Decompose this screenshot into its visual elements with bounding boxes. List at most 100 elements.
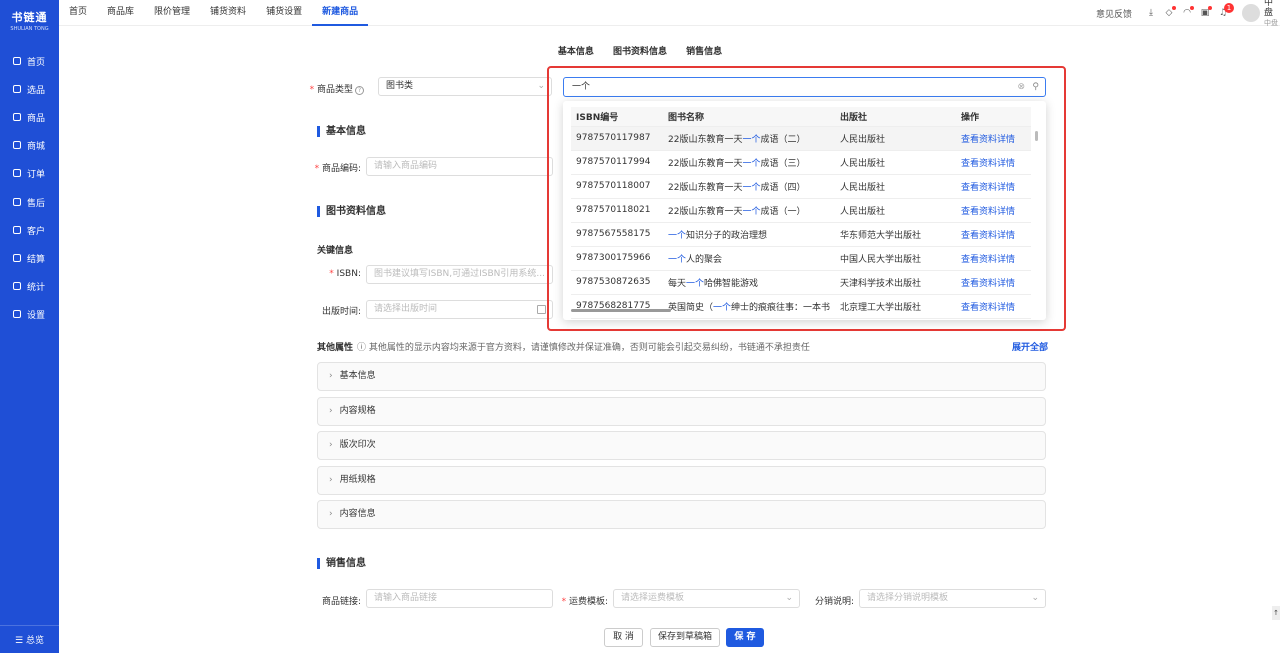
search-icon[interactable]: ⚲	[1032, 78, 1039, 96]
other-attrs: 其他属性 ⓘ 其他属性的显示内容均来源于官方资料，请谨慎修改并保证准确，否则可能会…	[317, 340, 810, 353]
sidebar-item-settle[interactable]: 结算	[0, 247, 59, 269]
other-hint: ⓘ 其他属性的显示内容均来源于官方资料，请谨慎修改并保证准确，否则可能会引起交易…	[357, 343, 810, 353]
section-tab-sales[interactable]: 销售信息	[686, 47, 722, 57]
sidebar-item-select[interactable]: 选品	[0, 78, 59, 100]
logo[interactable]: 书链通 SHULIAN TONG	[0, 9, 59, 32]
title-cell: 每天一个哈佛智能游戏	[663, 270, 835, 295]
chevron-right-icon: ›	[329, 509, 333, 519]
save-draft-button[interactable]: 保存到草稿箱	[650, 628, 720, 647]
table-row[interactable]: 9787570117987 22版山东教育一天一个成语（二） 人民出版社 查看资料详情	[571, 126, 1031, 151]
title-cell: 22版山东教育一天一个成语（二）	[663, 126, 835, 151]
sidebar-item-customer[interactable]: 客户	[0, 219, 59, 241]
service-icon	[13, 198, 21, 206]
table-row[interactable]: 9787568281775 英国简史（一个绅士的痕痕往事：一本书 北京理工大学出版社…	[571, 294, 1031, 319]
accordion-paper[interactable]: › 用纸规格	[317, 466, 1046, 495]
publisher-cell: 人民出版社	[835, 198, 956, 223]
table-row[interactable]: 9787570118021 22版山东教育一天一个成语（一） 人民出版社 查看资料详情	[571, 198, 1031, 223]
isbn-cell: 9787567558175	[571, 222, 663, 247]
view-details-link[interactable]: 查看资料详情	[956, 150, 1031, 175]
vertical-scrollbar[interactable]	[1035, 131, 1038, 141]
tab-distribution-data[interactable]: 铺货资料	[200, 0, 256, 26]
help-icon[interactable]: ?	[355, 86, 364, 95]
accordion-edition[interactable]: › 版次印次	[317, 431, 1046, 460]
view-details-link[interactable]: 查看资料详情	[956, 174, 1031, 199]
isbn-cell: 9787570117994	[571, 150, 663, 175]
isbn-search-input[interactable]: 一个 ⊗ ⚲	[563, 77, 1046, 97]
search-dropdown: ISBN编号 图书名称 出版社 操作 9787570117987 22版山东教育一…	[563, 101, 1046, 320]
sidebar-item-stats[interactable]: 统计	[0, 275, 59, 297]
accordion-content-info[interactable]: › 内容信息	[317, 500, 1046, 529]
link-input[interactable]: 请输入商品链接	[366, 589, 553, 608]
notification-dot	[1172, 6, 1176, 10]
user-info[interactable]: 中盘 中盘	[1264, 0, 1280, 28]
overview-button[interactable]: ☰ 总览	[0, 625, 59, 653]
headset-icon[interactable]: ◠	[1180, 6, 1194, 20]
tab-distribution-settings[interactable]: 铺货设置	[256, 0, 312, 26]
view-details-link[interactable]: 查看资料详情	[956, 294, 1031, 319]
sidebar: 书链通 SHULIAN TONG 首页 选品 商品 商城 订单 售后 客户 结算…	[0, 0, 59, 653]
feedback-link[interactable]: 意见反馈	[1096, 7, 1132, 20]
bell-icon[interactable]: ♫ 1	[1216, 3, 1234, 20]
isbn-input[interactable]: 图书建议填写ISBN,可通过ISBN引用系统...	[366, 265, 553, 284]
accordion-basic[interactable]: › 基本信息	[317, 362, 1046, 391]
view-details-link[interactable]: 查看资料详情	[956, 198, 1031, 223]
sidebar-item-goods[interactable]: 商品	[0, 106, 59, 128]
view-details-link[interactable]: 查看资料详情	[956, 246, 1031, 271]
sidebar-item-mall[interactable]: 商城	[0, 134, 59, 156]
table-row[interactable]: 9787300175966 一个人的聚会 中国人民大学出版社 查看资料详情	[571, 246, 1031, 271]
expand-all-link[interactable]: 展开全部	[1012, 340, 1048, 353]
notification-dot	[1208, 6, 1212, 10]
title-cell: 一个知识分子的政治理想	[663, 222, 835, 247]
tab-new-goods[interactable]: 新建商品	[312, 0, 369, 26]
table-row[interactable]: 9787570117994 22版山东教育一天一个成语（三） 人民出版社 查看资料详情	[571, 150, 1031, 175]
table-row[interactable]: 9787567558175 一个知识分子的政治理想 华东师范大学出版社 查看资料详情	[571, 222, 1031, 247]
tab-goods-library[interactable]: 商品库	[97, 0, 144, 26]
table-row[interactable]: 9787570118007 22版山东教育一天一个成语（四） 人民出版社 查看资料详情	[571, 174, 1031, 199]
freight-select[interactable]: 请选择运费模板 ⌄	[613, 589, 800, 608]
accordion-content-spec[interactable]: › 内容规格	[317, 397, 1046, 426]
message-icon[interactable]: ▣	[1198, 6, 1212, 20]
title-part: 人的聚会	[686, 254, 723, 265]
table-row[interactable]: 9787530872635 每天一个哈佛智能游戏 天津科学技术出版社 查看资料详情	[571, 270, 1031, 295]
horizontal-scrollbar[interactable]	[571, 309, 671, 312]
sidebar-item-label: 商城	[27, 141, 46, 152]
sidebar-item-service[interactable]: 售后	[0, 191, 59, 213]
chevron-down-icon: ⌄	[1031, 593, 1039, 603]
section-tab-book[interactable]: 图书资料信息	[613, 47, 667, 57]
publisher-cell: 华东师范大学出版社	[835, 222, 956, 247]
side-float-icon[interactable]: ↑	[1272, 606, 1280, 620]
chevron-right-icon: ›	[329, 440, 333, 450]
section-tab-basic[interactable]: 基本信息	[558, 47, 594, 57]
cancel-button[interactable]: 取 消	[604, 628, 643, 647]
logo-text: 书链通	[11, 11, 48, 24]
accordion-label: 内容信息	[339, 509, 376, 519]
isbn-label: * ISBN:	[329, 269, 361, 279]
isbn-label-text: ISBN	[336, 269, 358, 279]
tab-price-limit[interactable]: 限价管理	[144, 0, 200, 26]
sidebar-item-settings[interactable]: 设置	[0, 303, 59, 325]
title-highlight: 一个	[742, 206, 761, 217]
save-button[interactable]: 保 存	[726, 628, 764, 647]
settings-icon	[13, 310, 21, 318]
accordion-label: 内容规格	[339, 406, 376, 416]
download-icon[interactable]: ⤓	[1144, 6, 1158, 20]
sidebar-item-order[interactable]: 订单	[0, 162, 59, 184]
avatar[interactable]	[1242, 4, 1260, 22]
dist-select[interactable]: 请选择分销说明模板 ⌄	[859, 589, 1046, 608]
chevron-down-icon: ⌄	[785, 593, 793, 603]
view-details-link[interactable]: 查看资料详情	[956, 222, 1031, 247]
title-part: 22版山东教育一天	[668, 158, 743, 169]
pubtime-input[interactable]: 请选择出版时间	[366, 300, 553, 319]
view-details-link[interactable]: 查看资料详情	[956, 270, 1031, 295]
title-part: 成语（二）	[760, 134, 806, 145]
code-input[interactable]: 请输入商品编码	[366, 157, 553, 176]
basic-section-title: 基本信息	[317, 126, 366, 137]
clear-icon[interactable]: ⊗	[1017, 78, 1025, 96]
view-details-link[interactable]: 查看资料详情	[956, 126, 1031, 151]
chevron-right-icon: ›	[329, 475, 333, 485]
diamond-icon[interactable]: ◇	[1162, 6, 1176, 20]
sales-section-title: 销售信息	[317, 558, 366, 569]
isbn-cell: 9787570118021	[571, 198, 663, 223]
tab-home[interactable]: 首页	[59, 0, 97, 26]
type-select[interactable]: 图书类 ⌄	[378, 77, 552, 96]
